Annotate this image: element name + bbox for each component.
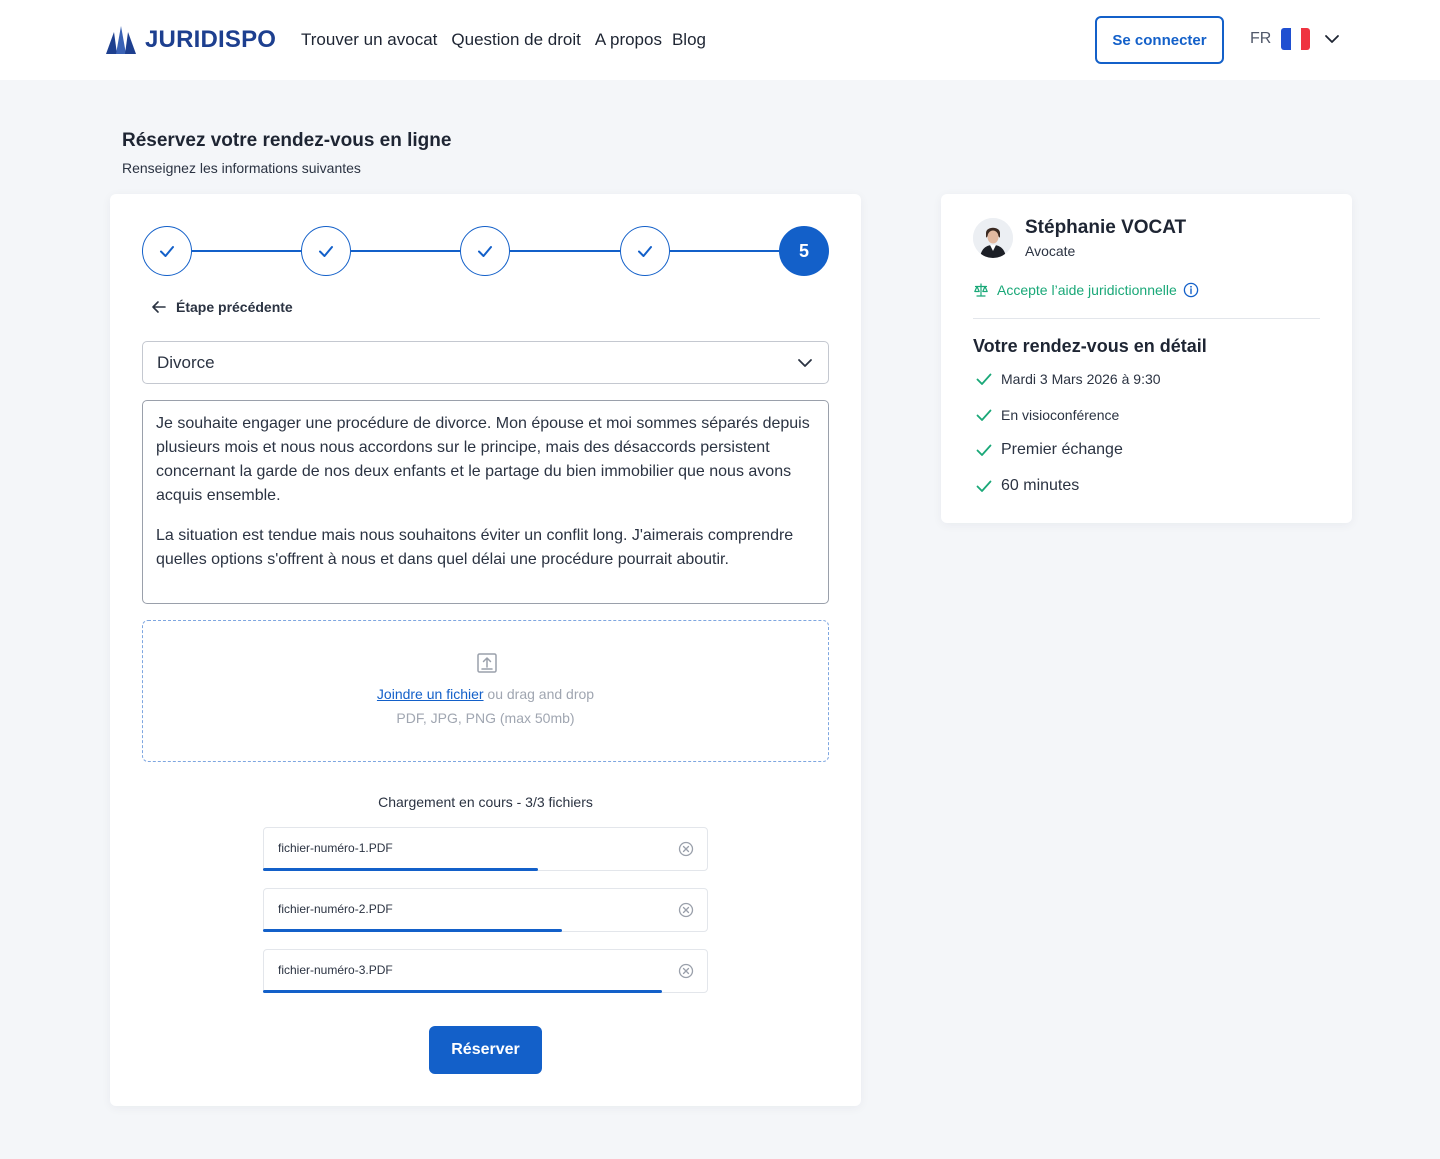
file-upload-item: fichier-numéro-1.PDF (263, 827, 708, 871)
login-button[interactable]: Se connecter (1095, 16, 1224, 64)
detail-text: Mardi 3 Mars 2026 à 9:30 (1001, 371, 1161, 387)
french-flag-icon (1281, 28, 1311, 50)
previous-step-link[interactable]: Étape précédente (150, 298, 293, 316)
booking-form-card: 5 Étape précédente Divorce Je souhaite e… (110, 194, 861, 1106)
stepper-connector (351, 250, 460, 252)
language-selector[interactable]: FR (1250, 28, 1340, 50)
lawyer-avatar[interactable] (973, 218, 1013, 258)
chevron-down-icon (1325, 35, 1340, 43)
logo-mark-icon (106, 26, 136, 54)
check-icon (976, 480, 992, 492)
lawyer-summary-card: Stéphanie VOCAT Avocate Accepte l’aide j… (941, 194, 1352, 523)
previous-step-label: Étape précédente (176, 299, 293, 315)
message-paragraph: Je souhaite engager une procédure de div… (156, 415, 810, 504)
appointment-detail-date: Mardi 3 Mars 2026 à 9:30 (975, 370, 1161, 388)
nav-link-find-lawyer[interactable]: Trouver un avocat (301, 30, 437, 50)
file-dropzone[interactable]: Joindre un fichier ou drag and drop PDF,… (142, 620, 829, 762)
main-nav: Trouver un avocat Question de droit A pr… (301, 30, 720, 50)
attach-file-link[interactable]: Joindre un fichier (377, 686, 484, 702)
brand-name: JURIDISPO (145, 26, 277, 53)
message-paragraph: La situation est tendue mais nous souhai… (156, 527, 794, 568)
dropzone-instructions: Joindre un fichier ou drag and drop (143, 686, 828, 702)
person-photo-icon (973, 218, 1013, 258)
category-select-value: Divorce (157, 352, 215, 372)
remove-file-icon[interactable] (678, 963, 694, 979)
step-3-complete[interactable] (460, 226, 510, 276)
stepper-connector (510, 250, 620, 252)
step-1-complete[interactable] (142, 226, 192, 276)
divider (973, 318, 1320, 319)
step-4-complete[interactable] (620, 226, 670, 276)
lawyer-name: Stéphanie VOCAT (1025, 217, 1187, 238)
arrow-left-icon (152, 301, 166, 313)
check-icon (976, 444, 992, 456)
file-name: fichier-numéro-1.PDF (278, 841, 393, 855)
step-5-current: 5 (779, 226, 829, 276)
check-icon (478, 246, 492, 257)
appointment-detail-title: Votre rendez-vous en détail (973, 336, 1207, 356)
check-icon (638, 246, 652, 257)
page-title: Réservez votre rendez-vous en ligne (122, 130, 452, 151)
message-textarea[interactable]: Je souhaite engager une procédure de div… (142, 400, 829, 604)
file-name: fichier-numéro-2.PDF (278, 902, 393, 916)
nav-link-blog[interactable]: Blog (672, 30, 706, 50)
legal-aid-label: Accepte l’aide juridictionnelle (997, 282, 1177, 298)
step-2-complete[interactable] (301, 226, 351, 276)
top-header: JURIDISPO Trouver un avocat Question de … (0, 0, 1440, 80)
remove-file-icon[interactable] (678, 841, 694, 857)
info-icon[interactable] (1183, 282, 1199, 298)
language-code: FR (1250, 30, 1272, 47)
file-progress-bar (263, 868, 538, 871)
upload-status: Chargement en cours - 3/3 fichiers (378, 794, 593, 810)
detail-text: En visioconférence (1001, 407, 1120, 423)
category-select[interactable]: Divorce (142, 341, 829, 384)
check-icon (976, 409, 992, 421)
file-progress-bar (263, 990, 662, 993)
appointment-detail-duration: 60 minutes (975, 477, 1079, 495)
page-subtitle: Renseignez les informations suivantes (122, 160, 361, 176)
dropzone-drag-text: ou drag and drop (483, 686, 595, 702)
nav-link-about[interactable]: A propos (595, 30, 662, 50)
detail-text: Premier échange (1001, 441, 1123, 458)
file-progress-bar (263, 929, 563, 932)
appointment-detail-mode: En visioconférence (975, 406, 1119, 424)
file-upload-item: fichier-numéro-3.PDF (263, 949, 708, 993)
lawyer-role: Avocate (1025, 243, 1076, 259)
file-name: fichier-numéro-3.PDF (278, 963, 393, 977)
scale-icon (974, 283, 988, 297)
check-icon (319, 246, 333, 257)
detail-text: 60 minutes (1001, 477, 1080, 494)
remove-file-icon[interactable] (678, 902, 694, 918)
appointment-detail-type: Premier échange (975, 441, 1123, 459)
chevron-down-icon (798, 358, 812, 367)
stepper-connector (192, 250, 301, 252)
brand-logo[interactable]: JURIDISPO (104, 24, 276, 56)
stepper-connector (670, 250, 779, 252)
reserve-button[interactable]: Réserver (429, 1026, 542, 1074)
legal-aid-badge: Accepte l’aide juridictionnelle (973, 282, 1199, 298)
dropzone-formats: PDF, JPG, PNG (max 50mb) (396, 710, 575, 726)
check-icon (160, 246, 174, 257)
nav-link-legal-question[interactable]: Question de droit (451, 30, 580, 50)
upload-icon (477, 653, 497, 673)
check-icon (976, 373, 992, 385)
file-upload-item: fichier-numéro-2.PDF (263, 888, 708, 932)
